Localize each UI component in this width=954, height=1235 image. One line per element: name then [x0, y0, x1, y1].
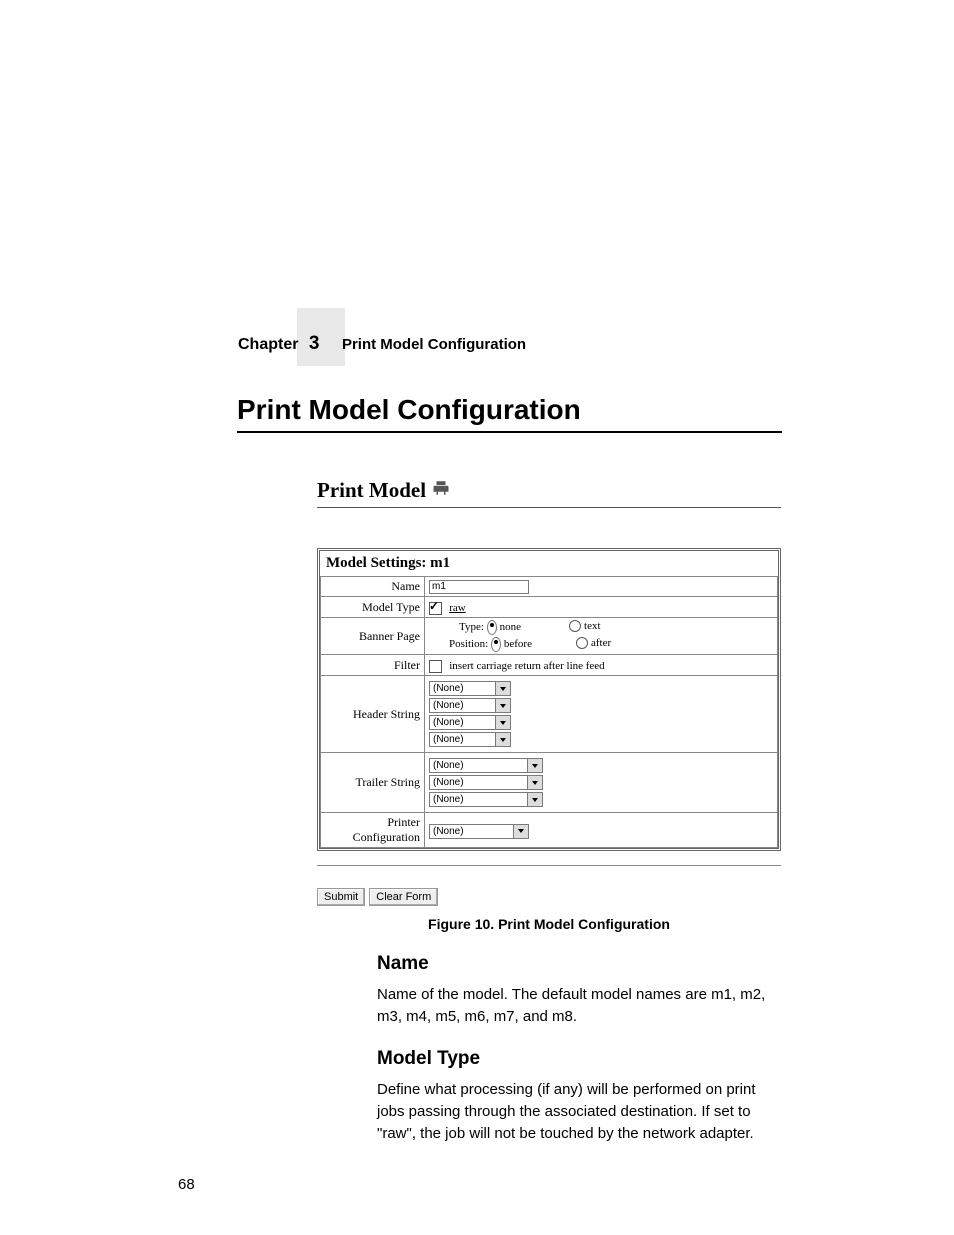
- running-title: Print Model Configuration: [342, 336, 526, 353]
- modeltype-value[interactable]: raw: [449, 602, 466, 614]
- header-string-stack: (None) (None) (None) (None): [429, 678, 773, 750]
- banner-type-none-radio[interactable]: [487, 620, 497, 635]
- chevron-down-icon: [513, 825, 528, 838]
- banner-type-text-text: text: [584, 620, 601, 632]
- printer-config-label: Printer Configuration: [321, 813, 425, 848]
- button-row: Submit Clear Form: [317, 888, 781, 906]
- header-select-1[interactable]: (None): [429, 681, 511, 696]
- printer-config-select[interactable]: (None): [429, 824, 529, 839]
- printer-icon: [432, 478, 450, 503]
- figure-heading-text: Print Model: [317, 478, 426, 503]
- banner-type-none-text: none: [500, 621, 521, 633]
- banner-pos-before-text: before: [504, 638, 532, 650]
- header-select-4-value: (None): [433, 734, 464, 745]
- document-page: Chapter 3 Print Model Configuration Prin…: [0, 0, 954, 1235]
- banner-pos-after-radio[interactable]: [576, 637, 588, 649]
- banner-type-label: Type:: [459, 621, 484, 633]
- header-select-2[interactable]: (None): [429, 698, 511, 713]
- chevron-down-icon: [527, 793, 542, 806]
- filter-checkbox[interactable]: [429, 660, 442, 673]
- header-select-2-value: (None): [433, 700, 464, 711]
- settings-panel: Model Settings: m1 Name m1 Model Type ra…: [317, 548, 781, 851]
- trailer-string-label: Trailer String: [321, 753, 425, 813]
- modeltype-label: Model Type: [321, 597, 425, 618]
- banner-label: Banner Page: [321, 618, 425, 655]
- section-name-body: Name of the model. The default model nam…: [377, 984, 787, 1028]
- chevron-down-icon: [495, 682, 510, 695]
- banner-pos-before-radio[interactable]: [491, 637, 501, 652]
- printer-config-label-l1: Printer: [387, 815, 420, 829]
- running-header: Chapter 3 Print Model Configuration: [238, 333, 526, 355]
- header-select-1-value: (None): [433, 683, 464, 694]
- chapter-number: 3: [309, 333, 320, 354]
- submit-button[interactable]: Submit: [317, 888, 365, 906]
- page-title: Print Model Configuration: [237, 394, 581, 426]
- panel-title: Model Settings: m1: [320, 551, 778, 576]
- page-number: 68: [178, 1176, 195, 1193]
- settings-table: Name m1 Model Type raw Banner Page: [320, 576, 778, 848]
- name-input[interactable]: m1: [429, 580, 529, 594]
- header-select-4[interactable]: (None): [429, 732, 511, 747]
- trailer-select-2-value: (None): [433, 777, 464, 788]
- header-select-3[interactable]: (None): [429, 715, 511, 730]
- header-select-3-value: (None): [433, 717, 464, 728]
- printer-config-label-l2: Configuration: [353, 830, 420, 844]
- chevron-down-icon: [495, 716, 510, 729]
- section-name-heading: Name: [377, 953, 429, 975]
- chevron-down-icon: [527, 759, 542, 772]
- trailer-select-3[interactable]: (None): [429, 792, 543, 807]
- clear-form-button[interactable]: Clear Form: [369, 888, 438, 906]
- trailer-select-1[interactable]: (None): [429, 758, 543, 773]
- section-modeltype-body: Define what processing (if any) will be …: [377, 1079, 787, 1144]
- chevron-down-icon: [495, 733, 510, 746]
- filter-label: Filter: [321, 655, 425, 676]
- banner-type-text-radio[interactable]: [569, 620, 581, 632]
- printer-config-select-value: (None): [433, 826, 464, 837]
- section-modeltype-heading: Model Type: [377, 1048, 480, 1070]
- trailer-select-3-value: (None): [433, 794, 464, 805]
- chapter-word: Chapter: [238, 336, 298, 353]
- banner-pos-label: Position:: [449, 638, 488, 650]
- chevron-down-icon: [527, 776, 542, 789]
- figure-caption: Figure 10. Print Model Configuration: [317, 916, 781, 932]
- trailer-select-2[interactable]: (None): [429, 775, 543, 790]
- trailer-string-stack: (None) (None) (None): [429, 755, 773, 810]
- filter-text: insert carriage return after line feed: [449, 660, 604, 672]
- chevron-down-icon: [495, 699, 510, 712]
- figure-heading: Print Model: [317, 478, 781, 503]
- banner-pos-row: Position: before after: [429, 637, 773, 652]
- banner-pos-after-text: after: [591, 637, 611, 649]
- figure-bottom-rule: [317, 865, 781, 866]
- modeltype-checkbox[interactable]: [429, 602, 442, 615]
- title-rule: [237, 431, 782, 433]
- trailer-select-1-value: (None): [433, 760, 464, 771]
- figure-container: Print Model Model Settings: m1 Name m1 M…: [317, 478, 781, 906]
- header-string-label: Header String: [321, 676, 425, 753]
- banner-type-row: Type: none text: [429, 620, 773, 635]
- name-label: Name: [321, 577, 425, 597]
- figure-heading-rule: [317, 507, 781, 508]
